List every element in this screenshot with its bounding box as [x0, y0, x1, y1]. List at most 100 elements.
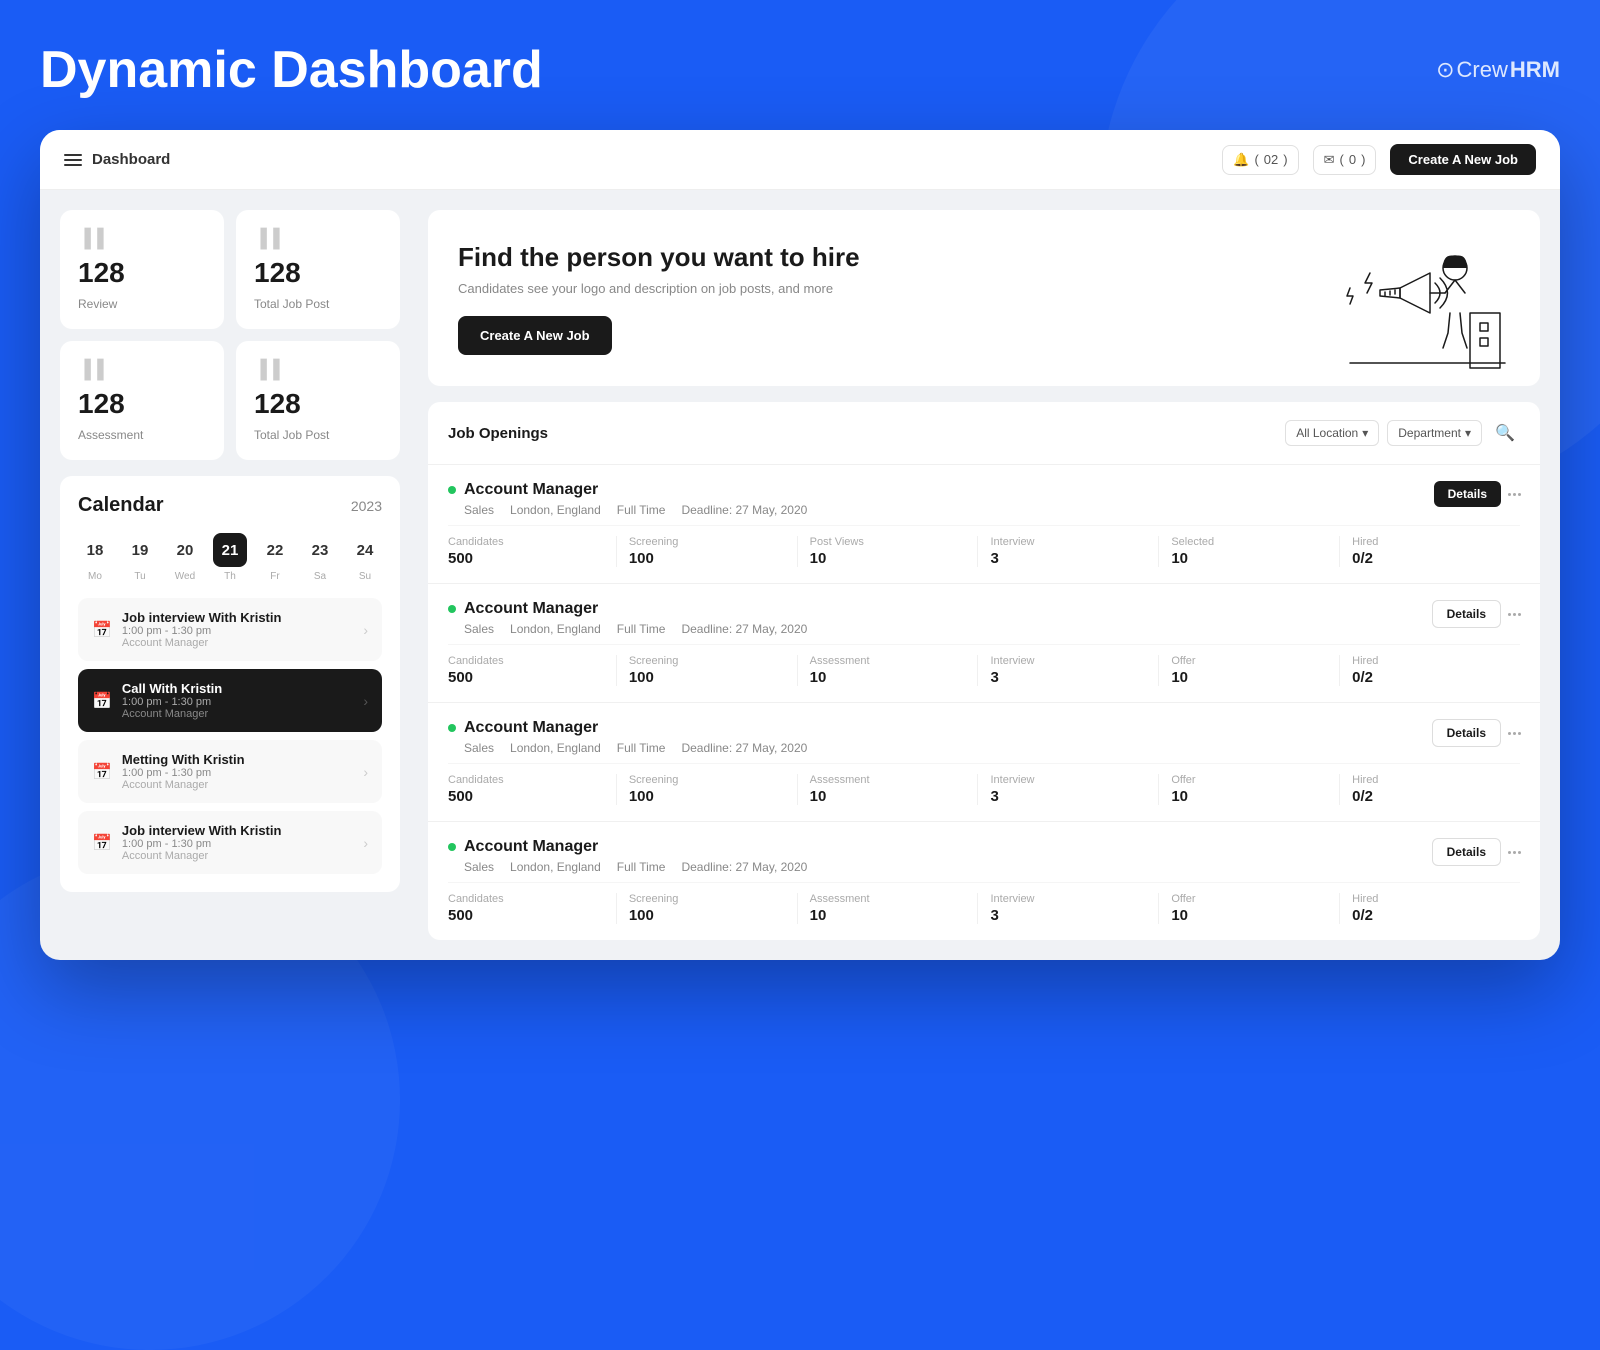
notifications-mail-btn[interactable]: ✉ (0) — [1313, 145, 1377, 175]
more-dots-job4[interactable] — [1504, 847, 1525, 858]
job-stat-value-job4-3: 3 — [990, 907, 1146, 924]
job-stat-job1-1: Screening 100 — [629, 536, 798, 567]
create-job-hero-button[interactable]: Create A New Job — [458, 316, 612, 355]
cal-day-20[interactable]: 20 Wed — [168, 533, 202, 582]
hamburger-icon[interactable] — [64, 154, 82, 166]
job-stat-value-job1-4: 10 — [1171, 550, 1327, 567]
cal-day-label-20: Wed — [175, 571, 195, 582]
details-btn-job3[interactable]: Details — [1432, 719, 1501, 747]
job-stat-value-job4-4: 10 — [1171, 907, 1327, 924]
job-stat-value-job2-4: 10 — [1171, 669, 1327, 686]
job-dept-job4: Sales — [464, 860, 494, 874]
job-deadline-job3: Deadline: 27 May, 2020 — [681, 741, 807, 755]
event-item-evt2[interactable]: 📅 Call With Kristin 1:00 pm - 1:30 pm Ac… — [78, 669, 382, 732]
job-openings-title: Job Openings — [448, 425, 548, 442]
location-filter-btn[interactable]: All Location ▾ — [1285, 420, 1379, 446]
event-info-evt4: Job interview With Kristin 1:00 pm - 1:3… — [122, 823, 353, 862]
event-item-evt3[interactable]: 📅 Metting With Kristin 1:00 pm - 1:30 pm… — [78, 740, 382, 803]
job-stat-job4-0: Candidates 500 — [448, 893, 617, 924]
stat-number-1: 128 — [254, 257, 382, 289]
job-stat-label-job1-0: Candidates — [448, 536, 604, 548]
job-title-job2: Account Manager — [464, 600, 598, 618]
search-icon-btn[interactable]: 🔍 — [1490, 418, 1520, 448]
job-stat-value-job2-2: 10 — [810, 669, 966, 686]
cal-day-18[interactable]: 18 Mo — [78, 533, 112, 582]
job-stat-value-job4-0: 500 — [448, 907, 604, 924]
job-stat-value-job4-1: 100 — [629, 907, 785, 924]
job-title-job1: Account Manager — [464, 481, 598, 499]
nav-left: Dashboard — [64, 151, 170, 168]
cal-day-24[interactable]: 24 Su — [348, 533, 382, 582]
more-dots-job3[interactable] — [1504, 728, 1525, 739]
event-title-evt3: Metting With Kristin — [122, 752, 353, 767]
notifications-bell-btn[interactable]: 🔔 (02) — [1222, 145, 1298, 175]
job-stat-label-job1-5: Hired — [1352, 536, 1508, 548]
event-list: 📅 Job interview With Kristin 1:00 pm - 1… — [78, 598, 382, 874]
stat-icon-3: ▐▐ — [254, 359, 382, 380]
event-dept-evt4: Account Manager — [122, 850, 353, 862]
cal-day-num-23: 23 — [303, 533, 337, 567]
event-icon-evt3: 📅 — [92, 762, 112, 782]
event-time-evt3: 1:00 pm - 1:30 pm — [122, 767, 353, 779]
search-icon: 🔍 — [1495, 423, 1515, 443]
dashboard-window: Dashboard 🔔 (02) ✉ (0) Create A New Job … — [40, 130, 1560, 960]
cal-day-23[interactable]: 23 Sa — [303, 533, 337, 582]
event-item-evt4[interactable]: 📅 Job interview With Kristin 1:00 pm - 1… — [78, 811, 382, 874]
more-dots-job1[interactable] — [1504, 489, 1525, 500]
job-card-job2: Account Manager Sales London, England Fu… — [428, 584, 1540, 703]
job-stat-job1-0: Candidates 500 — [448, 536, 617, 567]
job-main-info-job2: Account Manager Sales London, England Fu… — [448, 600, 1432, 636]
stat-card-1: ▐▐ 128 Total Job Post — [236, 210, 400, 329]
job-location-job1: London, England — [510, 503, 601, 517]
department-filter-btn[interactable]: Department ▾ — [1387, 420, 1482, 446]
job-dept-job2: Sales — [464, 622, 494, 636]
job-stat-job1-2: Post Views 10 — [810, 536, 979, 567]
job-stat-job3-3: Interview 3 — [990, 774, 1159, 805]
job-stat-job4-1: Screening 100 — [629, 893, 798, 924]
cal-day-num-18: 18 — [78, 533, 112, 567]
event-dept-evt2: Account Manager — [122, 708, 353, 720]
job-location-job2: London, England — [510, 622, 601, 636]
job-location-job3: London, England — [510, 741, 601, 755]
job-stat-label-job4-5: Hired — [1352, 893, 1508, 905]
location-filter-label: All Location — [1296, 426, 1358, 440]
cal-day-label-22: Fr — [270, 571, 279, 582]
stat-icon-2: ▐▐ — [78, 359, 206, 380]
job-stat-value-job3-5: 0/2 — [1352, 788, 1508, 805]
job-stat-value-job2-0: 500 — [448, 669, 604, 686]
event-title-evt2: Call With Kristin — [122, 681, 353, 696]
job-actions-job3: Details — [1432, 719, 1520, 747]
job-type-job2: Full Time — [617, 622, 666, 636]
mail-icon: ✉ — [1324, 152, 1335, 168]
event-icon-evt2: 📅 — [92, 691, 112, 711]
details-btn-job2[interactable]: Details — [1432, 600, 1501, 628]
more-dots-job2[interactable] — [1504, 609, 1525, 620]
job-stat-job3-5: Hired 0/2 — [1352, 774, 1520, 805]
hero-heading: Find the person you want to hire — [458, 242, 860, 273]
status-dot-job2 — [448, 605, 456, 613]
create-job-nav-button[interactable]: Create A New Job — [1390, 144, 1536, 175]
cal-day-num-21: 21 — [213, 533, 247, 567]
job-stat-label-job4-0: Candidates — [448, 893, 604, 905]
cal-day-19[interactable]: 19 Tu — [123, 533, 157, 582]
job-type-job3: Full Time — [617, 741, 666, 755]
job-stat-label-job3-3: Interview — [990, 774, 1146, 786]
filter-row: All Location ▾ Department ▾ 🔍 — [1285, 418, 1520, 448]
job-card-job3: Account Manager Sales London, England Fu… — [428, 703, 1540, 822]
details-btn-job1[interactable]: Details — [1434, 481, 1501, 507]
job-openings-section: Job Openings All Location ▾ Department ▾… — [428, 402, 1540, 940]
details-btn-job4[interactable]: Details — [1432, 838, 1501, 866]
job-stat-job4-3: Interview 3 — [990, 893, 1159, 924]
cal-day-label-19: Tu — [134, 571, 145, 582]
logo: ⊙ Crew HRM — [1436, 57, 1560, 83]
stats-grid: ▐▐ 128 Review ▐▐ 128 Total Job Post ▐▐ 1… — [60, 210, 400, 460]
job-stat-label-job1-4: Selected — [1171, 536, 1327, 548]
event-item-evt1[interactable]: 📅 Job interview With Kristin 1:00 pm - 1… — [78, 598, 382, 661]
job-stat-job2-2: Assessment 10 — [810, 655, 979, 686]
cal-day-21[interactable]: 21 Th — [213, 533, 247, 582]
job-name-row-job3: Account Manager — [448, 719, 1432, 737]
stat-card-3: ▐▐ 128 Total Job Post — [236, 341, 400, 460]
calendar-header: Calendar 2023 — [78, 494, 382, 517]
cal-day-22[interactable]: 22 Fr — [258, 533, 292, 582]
cal-day-label-23: Sa — [314, 571, 326, 582]
